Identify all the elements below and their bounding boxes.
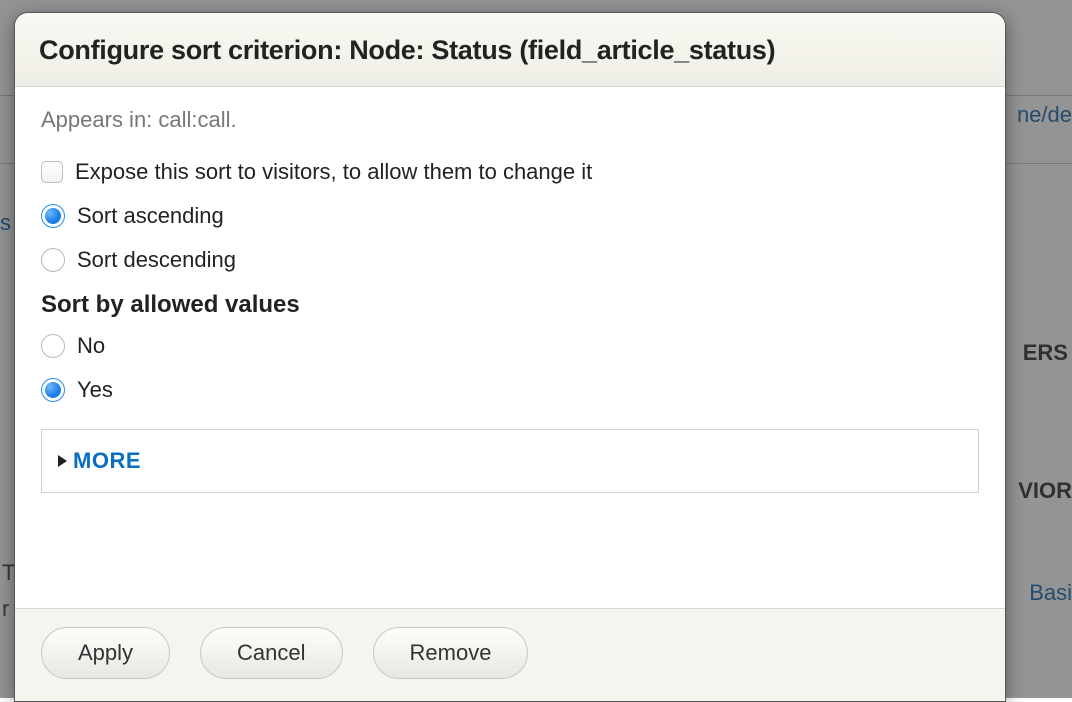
sort-ascending-row: Sort ascending xyxy=(41,203,979,229)
modal-body: Appears in: call:call. Expose this sort … xyxy=(15,87,1005,609)
allowed-yes-row: Yes xyxy=(41,377,979,403)
apply-button[interactable]: Apply xyxy=(41,627,170,679)
appears-in-text: Appears in: call:call. xyxy=(41,107,979,133)
allowed-no-radio[interactable] xyxy=(41,334,65,358)
expose-sort-label: Expose this sort to visitors, to allow t… xyxy=(75,159,592,185)
modal-header: Configure sort criterion: Node: Status (… xyxy=(15,13,1005,87)
expose-sort-row: Expose this sort to visitors, to allow t… xyxy=(41,159,979,185)
more-fieldset-toggle[interactable]: MORE xyxy=(41,429,979,493)
allowed-no-label: No xyxy=(77,333,105,359)
allowed-yes-label: Yes xyxy=(77,377,113,403)
allowed-yes-radio[interactable] xyxy=(41,378,65,402)
sort-descending-label: Sort descending xyxy=(77,247,236,273)
triangle-right-icon xyxy=(58,455,67,467)
more-label: MORE xyxy=(73,448,141,474)
allowed-values-heading: Sort by allowed values xyxy=(41,291,979,319)
modal-title: Configure sort criterion: Node: Status (… xyxy=(39,35,977,66)
remove-button[interactable]: Remove xyxy=(373,627,529,679)
expose-sort-checkbox[interactable] xyxy=(41,161,63,183)
sort-descending-row: Sort descending xyxy=(41,247,979,273)
modal-footer: Apply Cancel Remove xyxy=(15,609,1005,701)
cancel-button[interactable]: Cancel xyxy=(200,627,342,679)
sort-descending-radio[interactable] xyxy=(41,248,65,272)
sort-ascending-label: Sort ascending xyxy=(77,203,224,229)
allowed-no-row: No xyxy=(41,333,979,359)
configure-sort-modal: Configure sort criterion: Node: Status (… xyxy=(14,12,1006,702)
sort-ascending-radio[interactable] xyxy=(41,204,65,228)
